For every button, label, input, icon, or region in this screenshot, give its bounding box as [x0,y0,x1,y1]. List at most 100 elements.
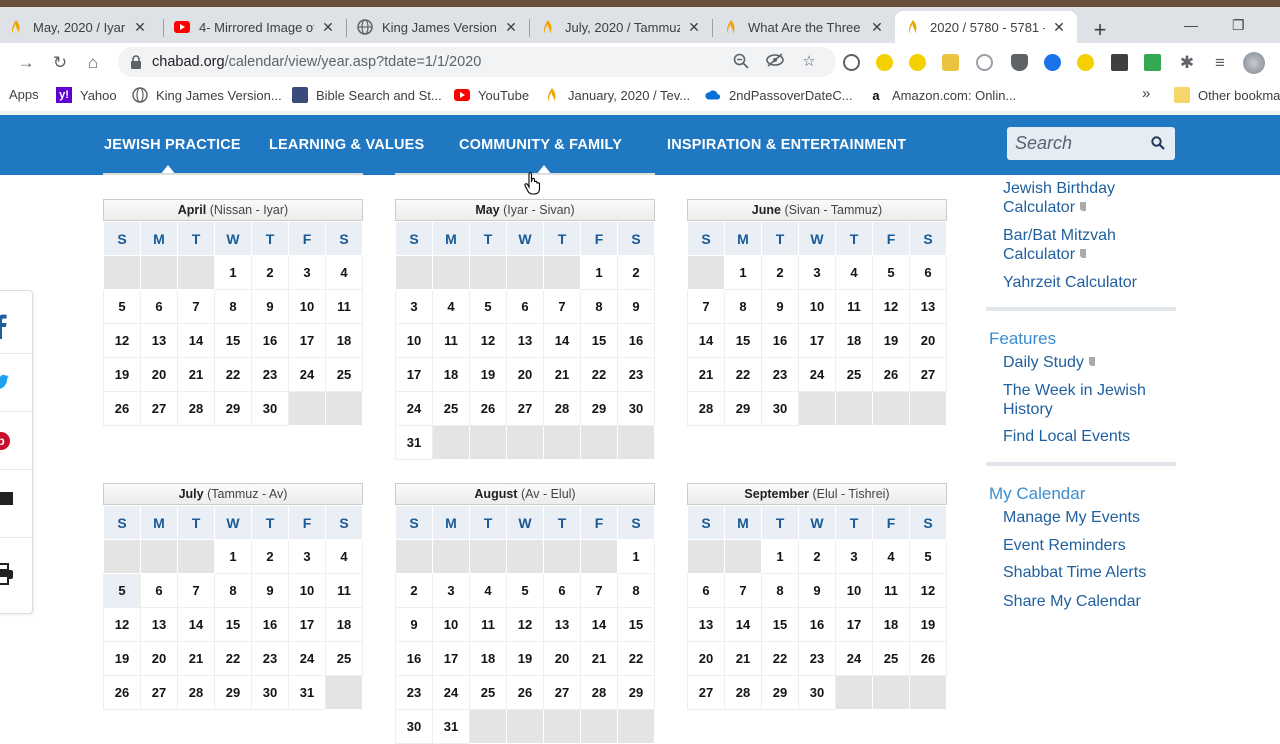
extension-search-icon[interactable] [843,54,860,71]
bookmark-other-bookmarks[interactable]: Other bookmarks [1174,87,1280,103]
close-icon[interactable]: ✕ [1051,19,1067,35]
day-cell[interactable]: 23 [798,641,836,676]
sidebar-link-yahrzeit[interactable]: Yahrzeit Calculator [1003,273,1173,292]
day-cell[interactable]: 21 [543,357,581,392]
tab-youtube[interactable]: 4- Mirrored Image of ✕ [164,11,346,43]
day-cell[interactable]: 20 [909,323,947,358]
email-icon[interactable] [0,490,15,514]
avatar[interactable] [1243,52,1265,74]
month-header[interactable]: June (Sivan - Tammuz) [687,199,947,221]
day-cell[interactable]: 3 [395,289,433,324]
day-cell[interactable]: 23 [617,357,655,392]
day-cell[interactable]: 6 [140,289,178,324]
day-cell[interactable]: 22 [580,357,618,392]
day-cell[interactable]: 13 [909,289,947,324]
day-cell[interactable]: 24 [835,641,873,676]
nav-learning-values[interactable]: LEARNING & VALUES [269,137,424,153]
day-cell[interactable]: 10 [798,289,836,324]
day-cell[interactable]: 30 [251,675,289,710]
day-cell[interactable]: 4 [872,539,910,574]
day-cell[interactable]: 11 [325,573,363,608]
day-cell[interactable]: 27 [909,357,947,392]
day-cell[interactable]: 16 [395,641,433,676]
bookmarks-overflow-button[interactable]: » [1142,85,1150,102]
day-cell[interactable]: 17 [395,357,433,392]
sidebar-link-week-history[interactable]: The Week in Jewish History [1003,381,1168,419]
sidebar-link-local-events[interactable]: Find Local Events [1003,427,1173,446]
day-cell[interactable]: 3 [432,573,470,608]
day-cell[interactable]: 9 [617,289,655,324]
day-cell[interactable]: 8 [214,289,252,324]
tab-2020-year-active[interactable]: 2020 / 5780 - 5781 - ✕ [895,11,1077,43]
day-cell[interactable]: 23 [395,675,433,710]
day-cell[interactable]: 29 [617,675,655,710]
day-cell[interactable]: 16 [251,607,289,642]
bookmark-yahoo[interactable]: y! Yahoo [56,87,117,103]
day-cell[interactable]: 15 [617,607,655,642]
day-cell[interactable]: 22 [214,357,252,392]
day-cell[interactable]: 10 [288,573,326,608]
day-cell[interactable]: 14 [687,323,725,358]
day-cell[interactable]: 17 [288,607,326,642]
day-cell[interactable]: 18 [325,323,363,358]
extension-yellow-icon[interactable] [1077,54,1094,71]
day-cell[interactable]: 21 [177,641,215,676]
close-icon[interactable]: ✕ [503,19,519,35]
bookmark-star-icon[interactable]: ☆ [800,53,818,71]
day-cell[interactable]: 17 [432,641,470,676]
day-cell[interactable]: 14 [580,607,618,642]
day-cell[interactable]: 30 [251,391,289,426]
day-cell[interactable]: 8 [724,289,762,324]
day-cell[interactable]: 28 [177,391,215,426]
day-cell[interactable]: 29 [761,675,799,710]
day-cell[interactable]: 27 [687,675,725,710]
extension-blue-search-icon[interactable] [1044,54,1061,71]
month-header[interactable]: September (Elul - Tishrei) [687,483,947,505]
pinterest-icon[interactable]: p [0,431,15,455]
month-header[interactable]: August (Av - Elul) [395,483,655,505]
day-cell[interactable]: 1 [214,255,252,290]
month-header[interactable]: July (Tammuz - Av) [103,483,363,505]
day-cell[interactable]: 7 [543,289,581,324]
eye-blocked-icon[interactable] [766,53,784,71]
day-cell[interactable]: 13 [140,323,178,358]
day-cell[interactable]: 26 [872,357,910,392]
day-cell[interactable]: 16 [617,323,655,358]
restore-icon[interactable]: ❐ [1232,17,1245,34]
reload-icon[interactable]: ↻ [50,53,70,73]
search-icon[interactable] [1151,136,1167,152]
day-cell[interactable]: 27 [506,391,544,426]
day-cell[interactable]: 7 [177,573,215,608]
tab-may-2020[interactable]: May, 2020 / Iyar - Siv ✕ [0,11,158,43]
day-cell[interactable]: 12 [909,573,947,608]
bookmark-amazon[interactable]: a Amazon.com: Onlin... [868,87,1016,103]
day-cell[interactable]: 12 [506,607,544,642]
day-cell[interactable]: 29 [580,391,618,426]
day-cell[interactable]: 18 [432,357,470,392]
media-icon[interactable]: ≡ [1210,53,1230,73]
day-cell[interactable]: 24 [395,391,433,426]
day-cell[interactable]: 14 [177,323,215,358]
day-cell[interactable]: 24 [288,641,326,676]
day-cell[interactable]: 3 [288,539,326,574]
day-cell[interactable]: 14 [177,607,215,642]
day-cell[interactable]: 5 [469,289,507,324]
day-cell[interactable]: 22 [761,641,799,676]
day-cell[interactable]: 30 [617,391,655,426]
bookmark-king-james[interactable]: King James Version... [132,87,282,103]
day-cell[interactable]: 1 [761,539,799,574]
day-cell[interactable]: 11 [469,607,507,642]
day-cell[interactable]: 6 [140,573,178,608]
day-cell[interactable]: 18 [469,641,507,676]
sidebar-link-manage-events[interactable]: Manage My Events [1003,508,1140,527]
day-cell[interactable]: 16 [251,323,289,358]
day-cell[interactable]: 31 [395,425,433,460]
day-cell[interactable]: 9 [798,573,836,608]
day-cell[interactable]: 19 [872,323,910,358]
day-cell[interactable]: 21 [687,357,725,392]
day-cell[interactable]: 29 [724,391,762,426]
bookmark-2nd-passover[interactable]: 2ndPassoverDateC... [705,87,853,103]
day-cell[interactable]: 25 [835,357,873,392]
sidebar-link-daily-study[interactable]: Daily Study [1003,353,1173,372]
extension-shield-icon[interactable] [1011,54,1028,71]
